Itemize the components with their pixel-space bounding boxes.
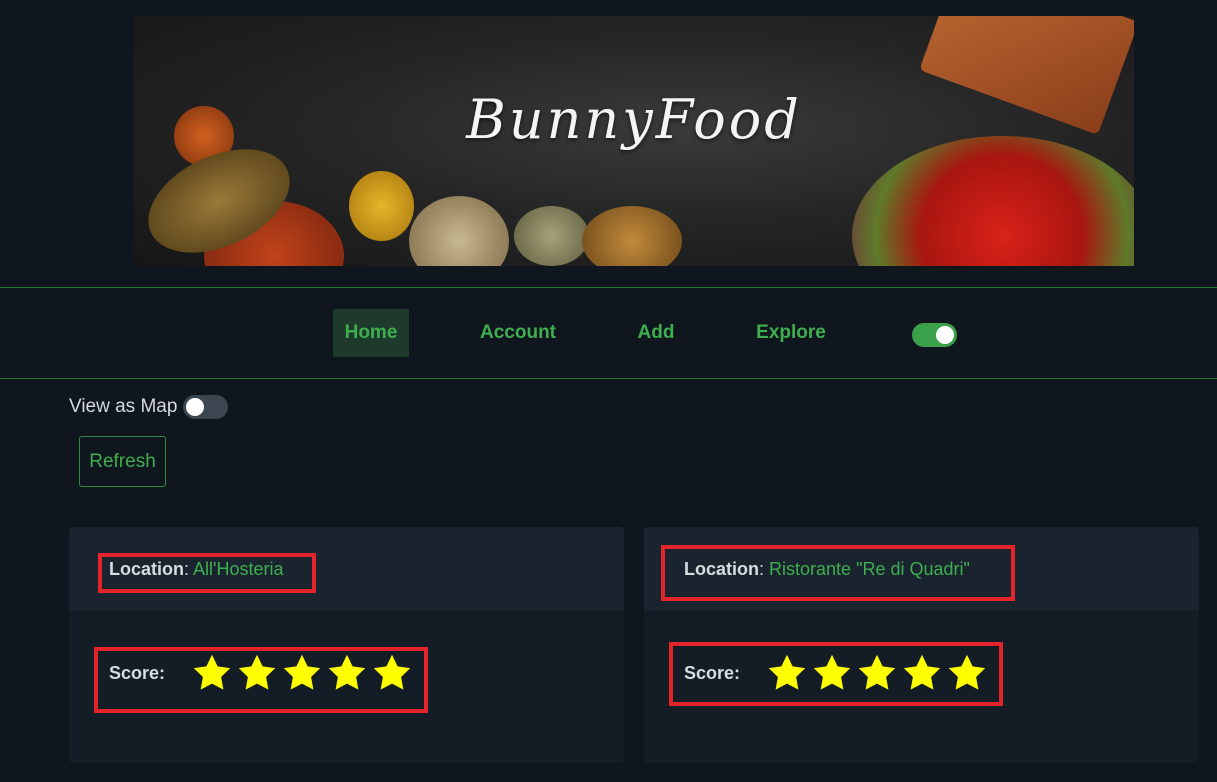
banner-title: BunnyFood [466,88,802,151]
nav-item-add[interactable]: Add [627,309,685,357]
score-line: Score: [109,650,413,696]
nav-item-account[interactable]: Account [470,309,566,357]
nav-item-explore[interactable]: Explore [746,309,836,357]
theme-toggle-switch[interactable] [912,323,957,347]
card-header: Location: All'Hosteria [69,527,624,610]
star-icon [373,654,411,690]
star-icon [768,654,806,690]
star-icon [903,654,941,690]
location-line: Location: All'Hosteria [109,559,284,580]
main-navbar: Home Account Add Explore [0,287,1217,379]
restaurant-card: Location: All'Hosteria Score: [69,527,624,763]
location-value[interactable]: All'Hosteria [193,559,283,579]
toggle-knob [186,398,205,416]
location-separator: : [184,559,190,579]
star-rating [191,652,413,694]
location-line: Location: Ristorante "Re di Quadri" [684,559,970,580]
star-icon [238,654,276,690]
view-as-map-toggle[interactable] [183,395,229,419]
restaurant-card: Location: Ristorante "Re di Quadri" Scor… [644,527,1199,763]
location-key: Location [684,559,759,579]
location-key: Location [109,559,184,579]
location-value[interactable]: Ristorante "Re di Quadri" [769,559,970,579]
refresh-button[interactable]: Refresh [79,436,166,487]
nav-item-home[interactable]: Home [333,309,409,357]
score-line: Score: [684,650,988,696]
banner-image: BunnyFood [134,16,1134,266]
spice-bowl-decoration [514,206,589,266]
view-as-map-label: View as Map [69,396,178,417]
location-separator: : [759,559,765,579]
view-as-map-row: View as Map [69,394,229,420]
crayfish-plate-decoration [852,136,1134,266]
card-header: Location: Ristorante "Re di Quadri" [644,527,1199,610]
spice-bowl-decoration [582,206,682,266]
star-rating [766,652,988,694]
score-key: Score: [684,662,741,683]
toggle-knob [936,326,954,344]
spice-bowl-decoration [349,171,414,241]
star-icon [813,654,851,690]
star-icon [193,654,231,690]
page: BunnyFood Home Account Add Explore View … [0,0,1217,782]
spice-bowl-decoration [409,196,509,266]
star-icon [948,654,986,690]
star-icon [858,654,896,690]
star-icon [328,654,366,690]
score-key: Score: [109,662,166,683]
star-icon [283,654,321,690]
